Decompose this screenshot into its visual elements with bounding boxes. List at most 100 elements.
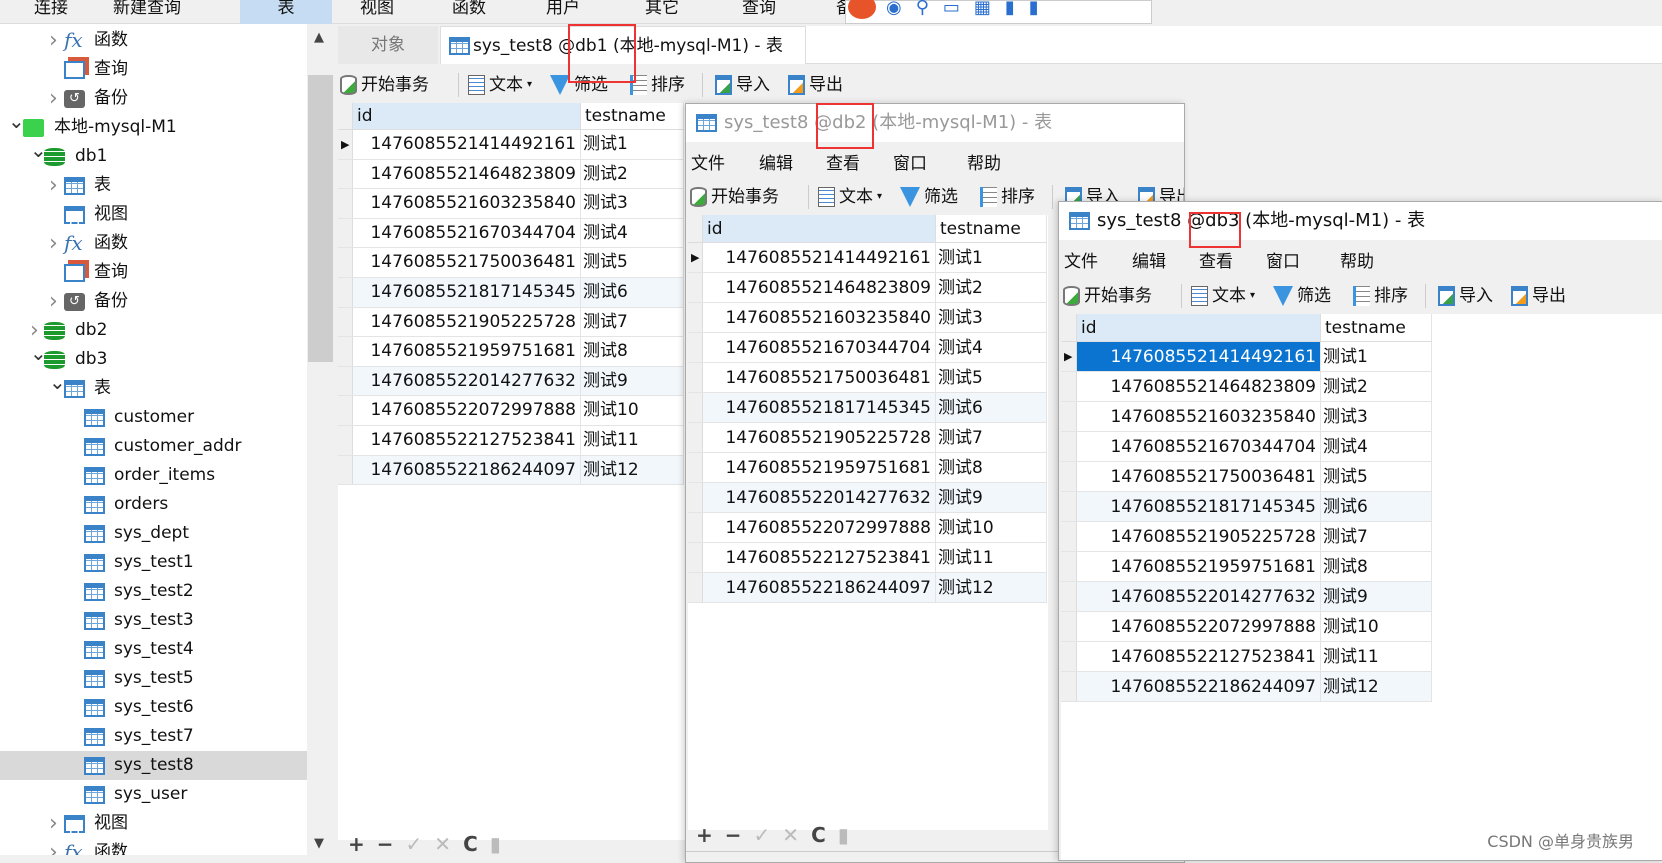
row-indicator[interactable] <box>1061 462 1077 491</box>
chevron-right-icon[interactable]: › <box>49 171 58 200</box>
table-row[interactable]: 1476085522186244097 测试12 <box>688 573 1047 603</box>
row-indicator[interactable] <box>338 218 353 248</box>
cell-testname[interactable]: 测试6 <box>581 278 684 307</box>
cell-testname[interactable]: 测试8 <box>1321 552 1432 581</box>
cell-id[interactable]: 1476085522014277632 <box>1077 582 1321 611</box>
row-indicator[interactable]: ▶ <box>338 130 353 159</box>
cell-testname[interactable]: 测试12 <box>1321 672 1432 701</box>
row-indicator[interactable] <box>1061 432 1077 461</box>
menu-item[interactable]: 查询 <box>742 0 776 24</box>
sort-button[interactable]: 排序 <box>630 70 685 100</box>
cell-testname[interactable]: 测试10 <box>1321 612 1432 641</box>
scroll-up-icon[interactable]: ▲ <box>314 30 324 45</box>
cell-id[interactable]: 1476085521959751681 <box>353 337 581 366</box>
table-row[interactable]: ▶ 1476085521414492161 测试1 <box>1061 342 1432 372</box>
table-row[interactable]: 1476085521817145345 测试6 <box>1061 492 1432 522</box>
column-header-testname[interactable]: testname <box>581 103 684 129</box>
cell-testname[interactable]: 测试3 <box>581 189 684 218</box>
cell-id[interactable]: 1476085521670344704 <box>703 333 936 362</box>
tree-item-sys_test6[interactable]: sys_test6 <box>0 693 307 722</box>
tree-item-函数[interactable]: › fx 函数 <box>0 838 307 855</box>
cell-id[interactable]: 1476085522127523841 <box>1077 642 1321 671</box>
row-indicator[interactable] <box>338 307 353 337</box>
tree-item-sys_test8[interactable]: sys_test8 <box>0 751 307 780</box>
row-indicator[interactable] <box>688 393 703 422</box>
cell-testname[interactable]: 测试4 <box>936 333 1047 362</box>
tree-item-查询[interactable]: 查询 <box>0 258 307 287</box>
table-row[interactable]: 1476085521817145345 测试6 <box>338 278 684 308</box>
row-indicator[interactable] <box>688 543 703 572</box>
table-row[interactable]: 1476085522014277632 测试9 <box>1061 582 1432 612</box>
cell-testname[interactable]: 测试1 <box>581 130 684 159</box>
begin-transaction-button[interactable]: 开始事务 <box>340 70 429 100</box>
row-indicator[interactable] <box>688 423 703 452</box>
row-indicator[interactable]: ▶ <box>1061 342 1077 371</box>
menu-edit[interactable]: 编辑 <box>759 149 793 179</box>
chevron-right-icon[interactable]: › <box>49 809 58 838</box>
table-row[interactable]: ▶ 1476085521414492161 测试1 <box>338 130 684 160</box>
menu-item[interactable]: 其它 <box>645 0 679 24</box>
table-row[interactable]: 1476085521750036481 测试5 <box>338 248 684 278</box>
row-indicator[interactable] <box>1061 612 1077 641</box>
import-button[interactable]: 导入 <box>715 70 770 100</box>
cell-testname[interactable]: 测试4 <box>1321 432 1432 461</box>
tree-item-orders[interactable]: orders <box>0 490 307 519</box>
row-indicator[interactable] <box>1061 582 1077 611</box>
row-indicator[interactable]: ▶ <box>688 243 703 272</box>
dropdown-arrow-icon[interactable]: ▾ <box>527 70 532 100</box>
begin-transaction-button[interactable]: 开始事务 <box>690 182 779 212</box>
tree-item-sys_test2[interactable]: sys_test2 <box>0 577 307 606</box>
table-row[interactable]: 1476085521959751681 测试8 <box>688 453 1047 483</box>
cell-testname[interactable]: 测试2 <box>936 273 1047 302</box>
menu-window[interactable]: 窗口 <box>1266 247 1300 277</box>
cell-testname[interactable]: 测试12 <box>581 455 684 485</box>
tree-item-customer[interactable]: customer <box>0 403 307 432</box>
cell-testname[interactable]: 测试6 <box>936 393 1047 422</box>
delete-row-icon[interactable]: − <box>725 823 742 847</box>
data-grid-db2[interactable]: id testname ▶ 1476085521414492161 测试1 1476085… <box>688 215 1048 830</box>
tree-item-order_items[interactable]: order_items <box>0 461 307 490</box>
data-grid-db1[interactable]: id testname ▶ 1476085521414492161 测试1 1476085… <box>338 103 685 840</box>
cell-id[interactable]: 1476085521959751681 <box>703 453 936 482</box>
cell-testname[interactable]: 测试1 <box>936 243 1047 272</box>
row-indicator[interactable] <box>338 248 353 277</box>
tree-item-customer_addr[interactable]: customer_addr <box>0 432 307 461</box>
cell-id[interactable]: 1476085521750036481 <box>1077 462 1321 491</box>
row-indicator[interactable] <box>1061 522 1077 551</box>
add-row-icon[interactable]: + <box>348 832 365 856</box>
dropdown-arrow-icon[interactable]: ▾ <box>877 182 882 212</box>
menu-item[interactable]: 用户 <box>546 0 580 24</box>
row-indicator[interactable] <box>688 303 703 332</box>
menu-item[interactable]: 新建查询 <box>113 0 181 24</box>
text-menu-button[interactable]: 文本 ▾ <box>1191 281 1255 311</box>
menu-item[interactable]: 函数 <box>452 0 486 24</box>
apply-icon[interactable]: ✓ <box>754 823 771 847</box>
table-row[interactable]: 1476085522127523841 测试11 <box>338 426 684 456</box>
export-button[interactable]: 导出 <box>1511 281 1566 311</box>
cell-testname[interactable]: 测试11 <box>581 426 684 455</box>
table-row[interactable]: 1476085521603235840 测试3 <box>688 303 1047 333</box>
cell-id[interactable]: 1476085521464823809 <box>353 159 581 189</box>
tree-item-sys_test7[interactable]: sys_test7 <box>0 722 307 751</box>
menu-view[interactable]: 查看 <box>1199 247 1233 277</box>
menu-item[interactable]: 表 <box>240 0 332 24</box>
cell-id[interactable]: 1476085522186244097 <box>353 455 581 485</box>
cell-id[interactable]: 1476085521464823809 <box>1077 372 1321 401</box>
tree-item-sys_test1[interactable]: sys_test1 <box>0 548 307 577</box>
tree-item-db1[interactable]: ⌄ db1 <box>0 138 307 171</box>
cell-id[interactable]: 1476085521464823809 <box>703 273 936 302</box>
cell-testname[interactable]: 测试7 <box>936 423 1047 452</box>
menu-help[interactable]: 帮助 <box>967 149 1001 179</box>
table-row[interactable]: 1476085522014277632 测试9 <box>688 483 1047 513</box>
cell-id[interactable]: 1476085522186244097 <box>1077 672 1321 701</box>
cell-testname[interactable]: 测试5 <box>581 248 684 277</box>
cell-testname[interactable]: 测试8 <box>581 337 684 366</box>
table-row[interactable]: 1476085521905225728 测试7 <box>338 307 684 338</box>
delete-row-icon[interactable]: − <box>377 832 394 856</box>
table-row[interactable]: 1476085521905225728 测试7 <box>688 423 1047 453</box>
tree-item-sys_user[interactable]: sys_user <box>0 780 307 809</box>
cell-testname[interactable]: 测试10 <box>581 396 684 425</box>
cell-id[interactable]: 1476085521905225728 <box>703 423 936 452</box>
stop-icon[interactable]: ▮ <box>838 823 849 847</box>
row-indicator[interactable] <box>338 159 353 189</box>
